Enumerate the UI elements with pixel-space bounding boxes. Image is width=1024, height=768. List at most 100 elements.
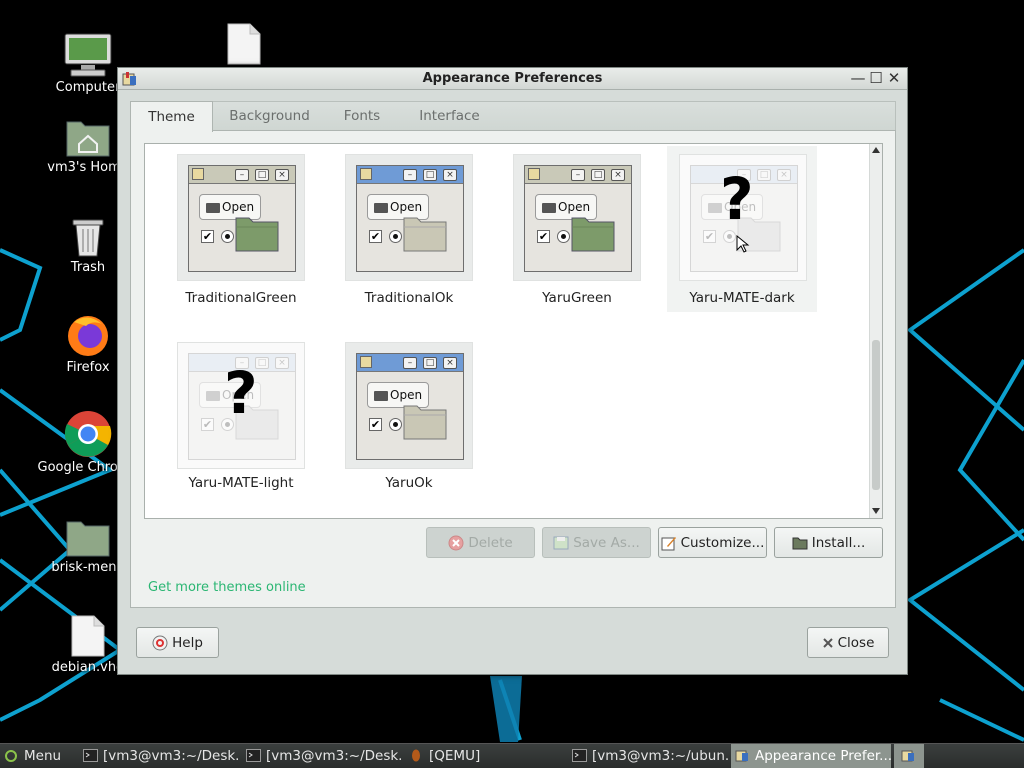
qemu-icon	[412, 749, 420, 762]
close-window-button[interactable]: ✕	[885, 69, 903, 87]
taskbar-item-qemu[interactable]: [QEMU]	[405, 744, 565, 768]
customize-button[interactable]: Customize...	[658, 527, 767, 558]
preview-minimize-icon: –	[403, 169, 417, 181]
preview-titlebar: – □ ×	[357, 166, 463, 184]
folder-icon	[542, 203, 556, 213]
save-as-button[interactable]: Save As...	[542, 527, 651, 558]
tab-fonts[interactable]: Fonts	[326, 101, 398, 131]
preview-window: – □ × Open ✔	[356, 165, 464, 272]
preview-close-icon: ×	[777, 169, 791, 181]
preview-app-icon	[360, 168, 372, 180]
missing-preview-icon: ?	[224, 359, 258, 427]
theme-item-yarugreen[interactable]: – □ × Open ✔ YaruGreen	[483, 146, 663, 306]
theme-preview: – □ × Open ✔	[513, 154, 641, 281]
install-icon	[792, 537, 808, 549]
preview-checkbox: ✔	[201, 230, 214, 243]
maximize-button[interactable]: ☐	[867, 69, 885, 87]
preview-close-icon: ×	[611, 169, 625, 181]
theme-name: TraditionalOk	[364, 290, 454, 306]
preview-close-icon: ×	[275, 169, 289, 181]
desktop-icon-file[interactable]	[189, 10, 299, 68]
preview-maximize-icon: □	[423, 357, 437, 369]
menu-button[interactable]: Menu	[0, 744, 66, 768]
theme-name: Yaru-MATE-dark	[689, 290, 795, 306]
file-icon	[189, 10, 299, 66]
appearance-app-icon	[901, 750, 914, 762]
preview-window: – □ × Open ✔	[188, 165, 296, 272]
missing-preview-icon: ?	[720, 165, 754, 233]
folder-icon	[571, 217, 615, 252]
theme-item-traditionalok[interactable]: – □ × Open ✔ TraditionalOk	[315, 146, 495, 306]
folder-icon	[235, 217, 279, 252]
theme-item-traditionalgreen[interactable]: – □ × Open ✔ TraditionalGreen	[147, 146, 327, 306]
preview-app-icon	[528, 168, 540, 180]
preview-window: – □ × Open ✔	[356, 353, 464, 460]
folder-icon	[206, 203, 220, 213]
folder-icon	[206, 391, 220, 401]
preview-radio	[389, 418, 402, 431]
folder-icon	[374, 203, 388, 213]
theme-item-yaru-mate-dark[interactable]: – □ × Open ✔ ? Yaru-MATE-dark	[667, 146, 817, 312]
theme-item-yaruok[interactable]: – □ × Open ✔ YaruOk	[315, 334, 495, 494]
close-button[interactable]: Close	[807, 627, 889, 658]
window-titlebar[interactable]: Appearance Preferences — ☐ ✕	[118, 68, 907, 90]
preview-titlebar: – □ ×	[357, 354, 463, 372]
theme-preview: – □ × Open ✔ ?	[177, 342, 305, 469]
preview-radio	[557, 230, 570, 243]
theme-name: YaruOk	[385, 475, 433, 491]
delete-button[interactable]: Delete	[426, 527, 535, 558]
taskbar-item-terminal-2[interactable]: [vm3@vm3:~/Desk...	[242, 744, 402, 768]
appearance-app-icon	[735, 750, 748, 762]
scroll-up-icon[interactable]	[872, 147, 880, 153]
theme-preview: – □ × Open ✔	[345, 342, 473, 469]
theme-item-yaru-mate-light[interactable]: – □ × Open ✔ ? Yaru-MATE-light	[147, 334, 327, 494]
tab-theme[interactable]: Theme	[130, 101, 213, 132]
folder-icon	[403, 217, 447, 252]
scrollbar-thumb[interactable]	[872, 340, 880, 490]
preview-checkbox: ✔	[369, 230, 382, 243]
theme-name: YaruGreen	[542, 290, 612, 306]
scroll-down-icon[interactable]	[872, 508, 880, 514]
preview-window: – □ × Open ✔	[524, 165, 632, 272]
terminal-icon	[246, 749, 261, 762]
menu-icon	[5, 750, 17, 762]
preview-titlebar: – □ ×	[189, 166, 295, 184]
tab-interface[interactable]: Interface	[402, 101, 497, 131]
window-title: Appearance Preferences	[422, 71, 603, 86]
taskbar-item-terminal-1[interactable]: [vm3@vm3:~/Desk...	[79, 744, 239, 768]
taskbar-item-appearance-preferences[interactable]: Appearance Prefer...	[731, 744, 891, 768]
terminal-icon	[83, 749, 98, 762]
preview-radio	[389, 230, 402, 243]
appearance-preferences-window: Appearance Preferences — ☐ ✕ Theme Backg…	[117, 67, 908, 675]
preview-close-icon: ×	[443, 169, 457, 181]
mouse-cursor-icon	[736, 235, 750, 253]
preview-minimize-icon: –	[403, 357, 417, 369]
close-icon	[822, 637, 833, 648]
terminal-icon	[572, 749, 587, 762]
help-icon	[152, 635, 168, 650]
preview-checkbox: ✔	[537, 230, 550, 243]
taskbar: Menu [vm3@vm3:~/Desk... [vm3@vm3:~/Desk.…	[0, 743, 1024, 768]
tab-background[interactable]: Background	[218, 101, 321, 131]
preview-maximize-icon: □	[255, 169, 269, 181]
preview-radio	[221, 230, 234, 243]
preview-maximize-icon: □	[423, 169, 437, 181]
theme-name: TraditionalGreen	[185, 290, 297, 306]
save-as-icon	[553, 536, 569, 549]
theme-list-scrollbar[interactable]	[869, 144, 882, 518]
theme-preview: – □ × Open ✔ ?	[679, 154, 807, 281]
taskbar-item-terminal-3[interactable]: [vm3@vm3:~/ubun...	[568, 744, 728, 768]
preview-minimize-icon: –	[571, 169, 585, 181]
get-more-themes-link[interactable]: Get more themes online	[148, 580, 306, 595]
customize-icon	[661, 536, 676, 550]
preview-close-icon: ×	[443, 357, 457, 369]
help-button[interactable]: Help	[136, 627, 219, 658]
minimize-button[interactable]: —	[849, 69, 867, 87]
folder-icon	[403, 405, 447, 440]
taskbar-tray-appearance-icon[interactable]	[894, 744, 924, 768]
theme-preview: – □ × Open ✔	[345, 154, 473, 281]
theme-list[interactable]: – □ × Open ✔ TraditionalGreen – □ × Open…	[144, 143, 883, 519]
preview-minimize-icon: –	[235, 169, 249, 181]
install-button[interactable]: Install...	[774, 527, 883, 558]
folder-icon	[374, 391, 388, 401]
